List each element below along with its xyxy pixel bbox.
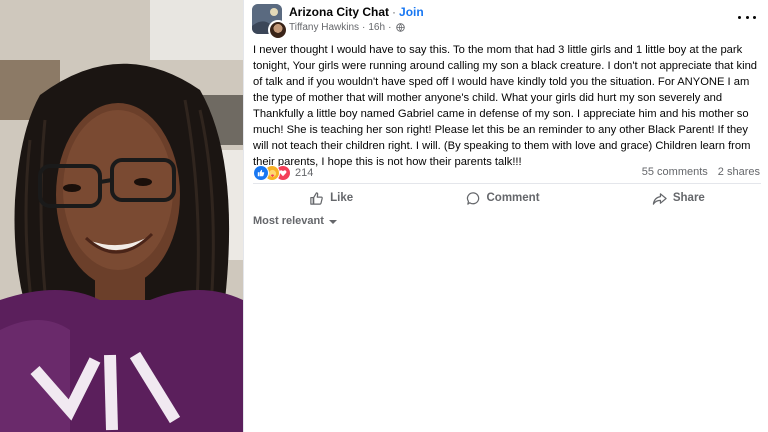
like-label: Like xyxy=(330,192,354,204)
author-avatar[interactable] xyxy=(268,20,288,40)
comment-label: Comment xyxy=(486,192,540,204)
screenshot-frame: Arizona City Chat · Join Tiffany Hawkins ·… xyxy=(0,0,768,432)
sort-label: Most relevant xyxy=(253,215,324,227)
post-timestamp[interactable]: 16h xyxy=(368,22,385,33)
shares-count-link[interactable]: 2 shares xyxy=(718,166,760,178)
title-separator: · xyxy=(392,5,397,19)
comment-sort-dropdown[interactable]: Most relevant xyxy=(253,215,337,227)
post-meta: Tiffany Hawkins · 16h · xyxy=(289,22,406,33)
comment-button[interactable]: Comment xyxy=(466,191,540,206)
engagement-counts: 55 comments 2 shares xyxy=(642,166,760,178)
share-button[interactable]: Share xyxy=(652,191,705,206)
meta-separator: · xyxy=(362,22,366,33)
like-button[interactable]: Like xyxy=(309,191,353,206)
facebook-post: Arizona City Chat · Join Tiffany Hawkins ·… xyxy=(244,0,768,432)
reaction-count: 214 xyxy=(295,167,314,179)
post-action-bar: Like Comment Share xyxy=(253,183,761,212)
author-name-link[interactable]: Tiffany Hawkins xyxy=(289,22,359,33)
chevron-down-icon xyxy=(328,220,337,224)
comment-bubble-icon xyxy=(466,191,479,205)
profile-photo xyxy=(0,0,243,432)
like-reaction-icon xyxy=(253,165,269,181)
globe-icon xyxy=(396,23,406,32)
post-title-line: Arizona City Chat · Join xyxy=(289,5,424,19)
thumbs-up-icon xyxy=(310,191,323,205)
join-button[interactable]: Join xyxy=(399,5,424,19)
share-arrow-icon xyxy=(652,192,667,205)
comments-count-link[interactable]: 55 comments xyxy=(642,166,708,178)
meta-separator-2: · xyxy=(388,22,392,33)
more-options-icon[interactable] xyxy=(738,12,756,22)
post-body-text: I never thought I would have to say this… xyxy=(253,44,758,168)
reaction-summary[interactable]: 214 xyxy=(253,164,313,182)
post-header: Arizona City Chat · Join Tiffany Hawkins ·… xyxy=(252,4,760,40)
share-label: Share xyxy=(672,192,705,204)
group-name-link[interactable]: Arizona City Chat xyxy=(289,5,389,19)
